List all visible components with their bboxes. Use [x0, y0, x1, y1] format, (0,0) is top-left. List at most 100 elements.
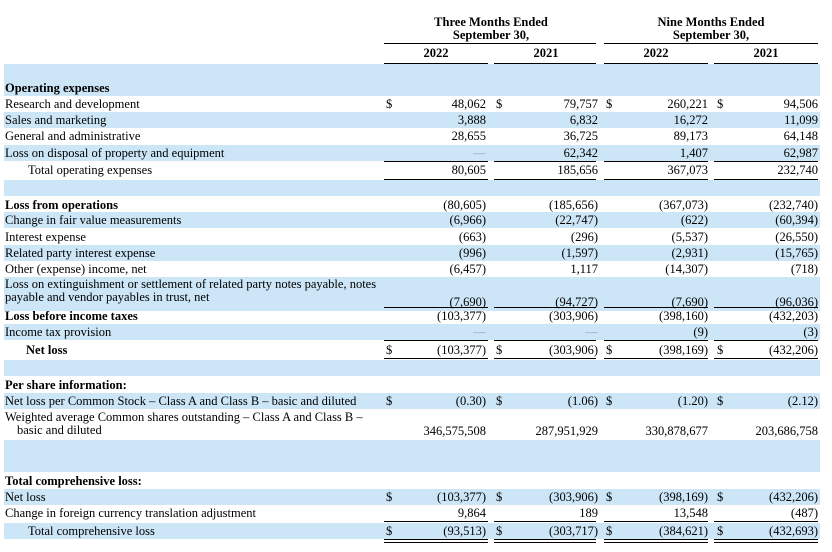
year-2022-ytd: 2022: [643, 46, 669, 60]
section-operating-expenses: Operating expenses: [4, 80, 820, 96]
value-ytd2021: (487): [790, 506, 818, 520]
table-row: Loss from operations (80,605) (185,656) …: [4, 197, 820, 213]
subtotal-rule: [604, 340, 708, 341]
value-ytd2022: (398,169): [659, 343, 708, 357]
row-label: Total operating expenses: [28, 163, 153, 177]
table-row: Loss before income taxes (103,377) (303,…: [4, 308, 820, 324]
value-q2022: (103,377): [437, 490, 486, 504]
row-label: Other (expense) income, net: [5, 262, 147, 276]
value-ytd2022: (622): [680, 213, 708, 227]
value-q2021: (296): [570, 230, 598, 244]
table-row: Income tax provision — — (9) (3): [4, 324, 820, 340]
value-ytd2022: (5,537): [671, 230, 708, 244]
row-label: Net loss: [26, 343, 68, 357]
row-label-line1: Weighted average Common shares outstandi…: [5, 410, 363, 424]
subtotal-rule: [714, 521, 818, 522]
value-q2021: 189: [579, 506, 598, 520]
year-2021-q: 2021: [533, 46, 559, 60]
row-label: Loss on disposal of property and equipme…: [5, 146, 225, 160]
value-q2022: 9,864: [457, 506, 486, 520]
value-ytd2022: (384,621): [659, 524, 708, 538]
value-q2021: 185,656: [557, 163, 598, 177]
value-q2022: (0.30): [455, 394, 486, 408]
row-label-line1: Loss on extinguishment or settlement of …: [5, 277, 377, 291]
row-label: Net loss per Common Stock – Class A and …: [5, 394, 357, 408]
value-q2021: (185,656): [549, 198, 598, 212]
double-rule: [714, 539, 818, 543]
subtotal-rule: [494, 340, 596, 341]
row-label: Loss before income taxes: [5, 309, 138, 323]
value-ytd2021: (432,206): [769, 343, 818, 357]
value-q2021: (1,597): [561, 246, 598, 260]
value-ytd2021: 94,506: [783, 97, 818, 111]
value-ytd2021: (26,550): [775, 230, 818, 244]
subtotal-rule: [384, 521, 488, 522]
table-row: Loss on disposal of property and equipme…: [4, 145, 820, 161]
value-q2021: 1,117: [570, 262, 598, 276]
value-ytd2021: (718): [790, 262, 818, 276]
table-row-total-comprehensive: Total comprehensive loss $ (93,513) $ (3…: [4, 523, 820, 539]
value-q2022: —: [473, 146, 487, 160]
value-ytd2021: (2.12): [787, 394, 818, 408]
section-comprehensive: Total comprehensive loss:: [4, 473, 820, 489]
value-q2022: 80,605: [451, 163, 486, 177]
value-ytd2022: 16,272: [673, 113, 708, 127]
value-q2021: —: [585, 325, 599, 339]
value-ytd2021: (3): [803, 325, 818, 339]
value-ytd2022: (2,931): [671, 246, 708, 260]
row-label: Research and development: [5, 97, 140, 111]
value-ytd2022: 330,878,677: [645, 424, 709, 438]
value-q2021: (303,906): [549, 490, 598, 504]
subtotal-rule: [384, 340, 488, 341]
value-q2022: (80,605): [443, 198, 486, 212]
value-q2021: 62,342: [563, 146, 598, 160]
value-q2022: (996): [458, 246, 486, 260]
table-row: General and administrative 28,655 36,725…: [4, 128, 820, 144]
header-nine-months: Nine Months Ended September 30,: [606, 16, 816, 42]
table-row: Net loss $ (103,377) $ (303,906) $ (398,…: [4, 489, 820, 505]
year-2021-ytd: 2021: [753, 46, 779, 60]
double-rule: [604, 539, 708, 543]
header-three-months: Three Months Ended September 30,: [386, 16, 596, 42]
value-ytd2022: (9): [693, 325, 708, 339]
table-row: Research and development $ 48,062 $ 79,7…: [4, 96, 820, 112]
row-label: Loss on extinguishment or settlement of …: [5, 278, 385, 308]
row-label: Related party interest expense: [5, 246, 156, 260]
row-label: Weighted average Common shares outstandi…: [5, 411, 385, 441]
value-ytd2022: (398,160): [659, 309, 708, 323]
value-ytd2021: 203,686,758: [755, 424, 819, 438]
table-row-net-loss: Net loss $ (103,377) $ (303,906) $ (398,…: [4, 342, 820, 358]
value-q2022: —: [473, 325, 487, 339]
table-row: Related party interest expense (996) (1,…: [4, 245, 820, 261]
double-rule: [384, 539, 488, 543]
value-q2021: (303,906): [549, 343, 598, 357]
value-ytd2022: 367,073: [667, 163, 708, 177]
year-2022-q: 2022: [423, 46, 449, 60]
table-row: Other (expense) income, net (6,457) 1,11…: [4, 261, 820, 277]
row-label: Change in fair value measurements: [5, 213, 182, 227]
value-q2021: (1.06): [567, 394, 598, 408]
value-q2021: (303,717): [549, 524, 598, 538]
row-label: Loss from operations: [5, 198, 118, 212]
row-label-line2: basic and diluted: [17, 423, 102, 437]
double-rule: [494, 539, 596, 543]
value-ytd2022: (14,307): [665, 262, 708, 276]
table-row: Loss on extinguishment or settlement of …: [4, 277, 820, 311]
value-q2022: 346,575,508: [423, 424, 487, 438]
value-ytd2022: 13,548: [673, 506, 708, 520]
spacer-row: [4, 360, 820, 376]
header-nine-months-line2: September 30,: [672, 28, 750, 42]
table-row: Change in foreign currency translation a…: [4, 505, 820, 521]
value-q2022: 3,888: [457, 113, 486, 127]
table-row: Net loss per Common Stock – Class A and …: [4, 393, 820, 409]
value-ytd2022: (1.20): [677, 394, 708, 408]
section-title: Total comprehensive loss:: [5, 474, 142, 488]
row-label: Net loss: [5, 490, 46, 504]
value-q2021: 287,951,929: [535, 424, 599, 438]
value-q2022: 48,062: [451, 97, 486, 111]
value-ytd2021: (15,765): [775, 246, 818, 260]
value-q2021: 79,757: [563, 97, 598, 111]
value-ytd2021: 64,148: [783, 129, 818, 143]
spacer-row: [4, 64, 820, 80]
value-ytd2021: (60,394): [775, 213, 818, 227]
